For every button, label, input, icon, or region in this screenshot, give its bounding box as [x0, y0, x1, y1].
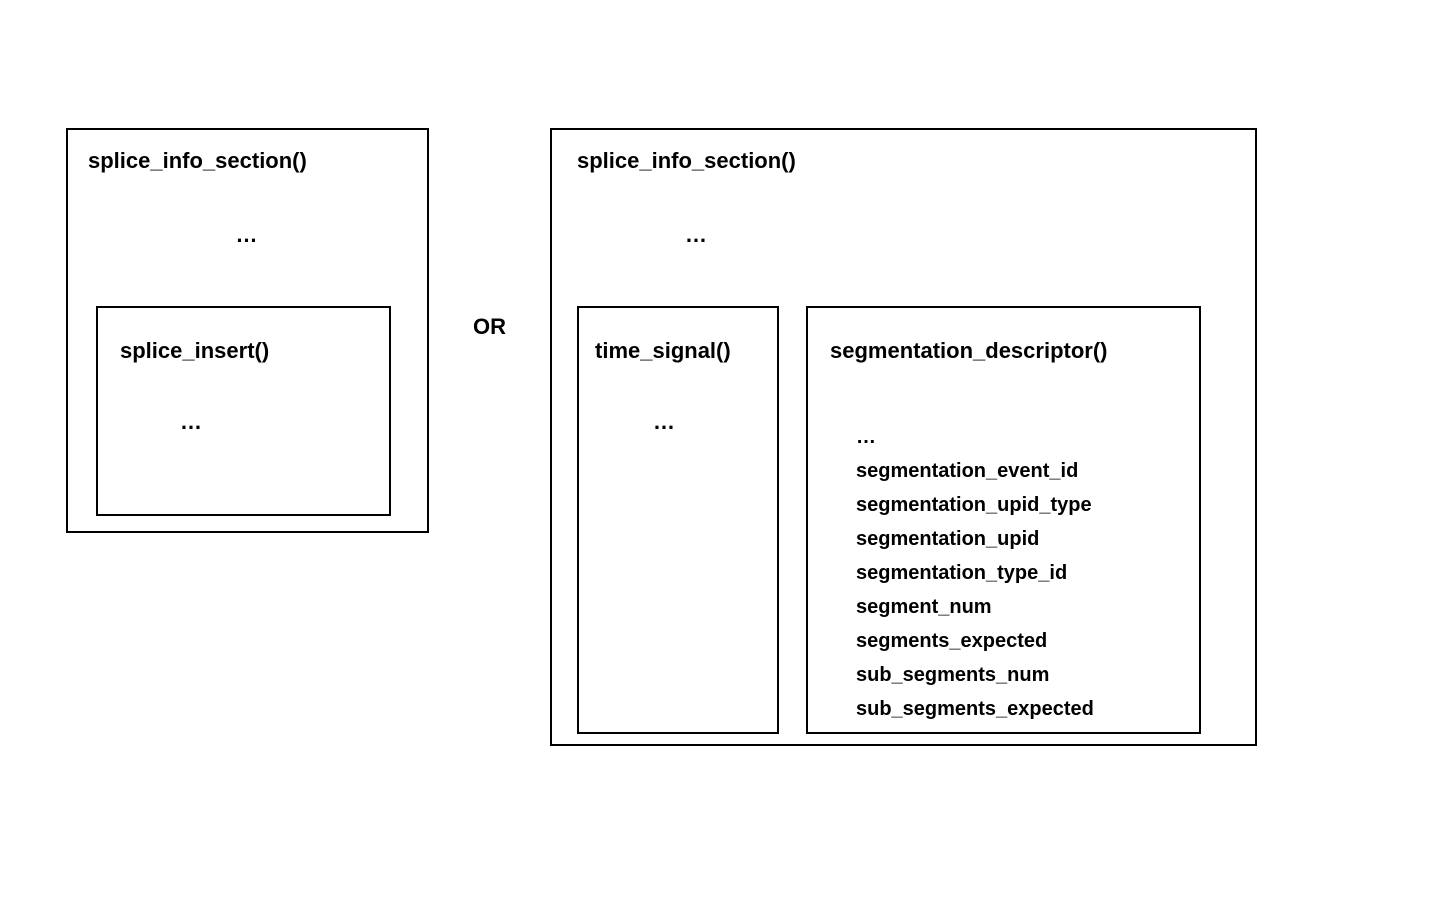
splice-insert-ellipsis: …	[180, 409, 367, 435]
diagram-container: splice_info_section() … splice_insert() …	[66, 128, 1257, 746]
right-ellipsis: …	[685, 222, 1230, 248]
left-ellipsis: …	[88, 222, 407, 248]
right-section-title: splice_info_section()	[577, 148, 1230, 174]
right-splice-info-section: splice_info_section() … time_signal() … …	[550, 128, 1257, 746]
left-splice-info-section: splice_info_section() … splice_insert() …	[66, 128, 429, 533]
seg-fields-list: … segmentation_event_id segmentation_upi…	[856, 420, 1177, 726]
seg-field-type-id: segmentation_type_id	[856, 556, 1177, 590]
seg-field-sub-segments-num: sub_segments_num	[856, 658, 1177, 692]
time-signal-box: time_signal() …	[577, 306, 779, 734]
seg-field-upid: segmentation_upid	[856, 522, 1177, 556]
seg-field-sub-segments-expected: sub_segments_expected	[856, 692, 1177, 726]
left-section-title: splice_info_section()	[88, 148, 407, 174]
seg-field-segments-expected: segments_expected	[856, 624, 1177, 658]
segmentation-descriptor-box: segmentation_descriptor() … segmentation…	[806, 306, 1201, 734]
seg-field-segment-num: segment_num	[856, 590, 1177, 624]
time-signal-ellipsis: …	[653, 409, 761, 435]
time-signal-title: time_signal()	[595, 338, 761, 364]
splice-insert-title: splice_insert()	[120, 338, 367, 364]
seg-field-event-id: segmentation_event_id	[856, 454, 1177, 488]
seg-desc-title: segmentation_descriptor()	[830, 338, 1177, 364]
right-inner-row: time_signal() … segmentation_descriptor(…	[577, 306, 1230, 734]
seg-field-upid-type: segmentation_upid_type	[856, 488, 1177, 522]
splice-insert-box: splice_insert() …	[96, 306, 391, 516]
or-label: OR	[473, 314, 506, 340]
seg-field-ellipsis: …	[856, 420, 1177, 454]
